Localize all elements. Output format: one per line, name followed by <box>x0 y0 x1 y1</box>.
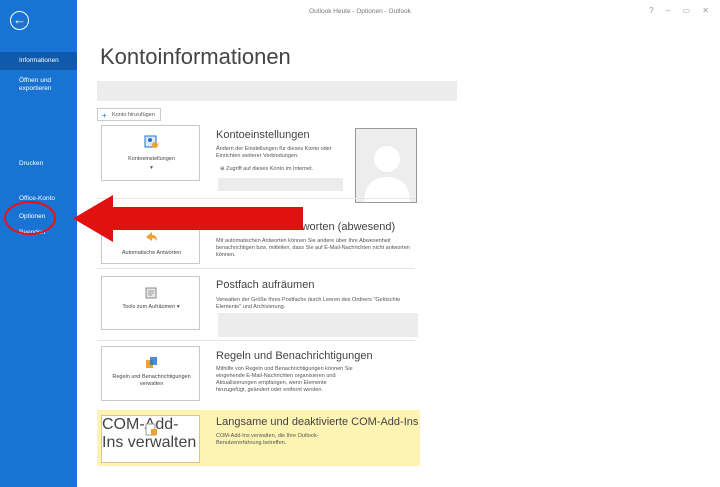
avatar[interactable] <box>355 128 417 203</box>
sidebar-item-informationen[interactable]: Informationen <box>0 52 77 70</box>
section-desc-kontoeinstellungen: Ändern der Einstellungen für dieses Kont… <box>216 146 332 159</box>
account-selector[interactable] <box>97 81 457 101</box>
com-addin-icon <box>145 423 157 436</box>
rules-alerts-tile[interactable]: Regeln und Benachrichtigungen verwalten <box>101 346 200 401</box>
rules-icon <box>146 357 157 368</box>
section-title-kontoeinstellungen: Kontoeinstellungen <box>216 129 310 141</box>
backstage-sidebar: ← Informationen Öffnen und exportieren D… <box>0 0 77 487</box>
auto-replies-tile-label: Automatische Antworten <box>121 250 182 256</box>
mailbox-cleanup-icon <box>145 287 157 299</box>
plus-icon: + <box>102 111 107 120</box>
add-account-button[interactable]: + Konto hinzufügen <box>97 108 161 121</box>
divider <box>97 268 415 269</box>
section-desc-postfach-aufraeumen: Verwalten der Größe Ihres Postfachs durc… <box>216 297 401 310</box>
section-title-com-addins: Langsame und deaktivierte COM-Add-Ins <box>216 416 419 428</box>
account-settings-tile[interactable]: Kontoeinstellungen ▾ <box>101 125 200 181</box>
cleanup-tools-tile-label: Tools zum Aufräumen ▾ <box>122 304 180 310</box>
section-desc-regeln: Mithilfe von Regeln und Benachrichtigung… <box>216 366 353 393</box>
window-controls[interactable]: ? – ▭ ✕ <box>649 6 714 15</box>
divider <box>97 340 415 341</box>
section-title-postfach-aufraeumen: Postfach aufräumen <box>216 279 315 291</box>
account-settings-tile-label: Kontoeinstellungen <box>128 156 175 162</box>
sidebar-item-oeffnen-exportieren[interactable]: Öffnen und exportieren <box>0 77 70 93</box>
rules-alerts-tile-label: Regeln und Benachrichtigungen verwalten <box>112 374 191 387</box>
com-addins-tile[interactable]: COM-Add-Ins verwalten <box>101 415 200 463</box>
web-access-link[interactable]: ⊕ Zugriff auf dieses Konto im Internet. <box>220 166 313 172</box>
account-settings-icon <box>144 135 158 148</box>
red-arrow-annotation <box>73 195 303 242</box>
add-account-label: Konto hinzufügen <box>112 112 155 118</box>
chevron-down-icon: ▾ <box>150 165 153 171</box>
cleanup-tools-tile[interactable]: Tools zum Aufräumen ▾ <box>101 276 200 330</box>
window-title: Outlook Heute - Optionen - Outlook <box>309 8 411 15</box>
account-info-bar <box>218 178 343 191</box>
mailbox-size-bar <box>218 313 418 337</box>
section-desc-com-addins: COM-Add-Ins verwalten, die Ihre Outlook-… <box>216 433 319 446</box>
page-title: Kontoinformationen <box>100 44 291 69</box>
section-title-regeln: Regeln und Benachrichtigungen <box>216 350 373 362</box>
person-placeholder-icon <box>356 129 416 202</box>
slow-addins-section: COM-Add-Ins verwalten Langsame und deakt… <box>97 410 420 466</box>
red-circle-annotation <box>4 201 56 235</box>
sidebar-item-drucken[interactable]: Drucken <box>0 160 77 168</box>
